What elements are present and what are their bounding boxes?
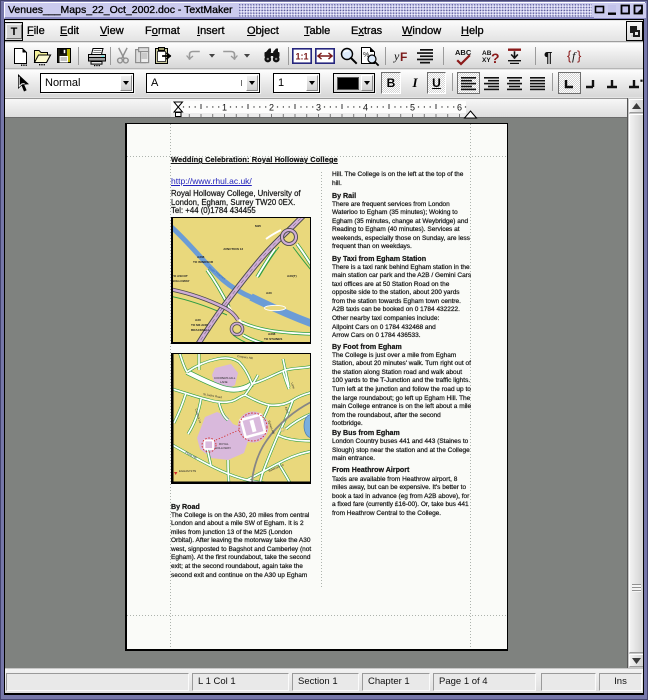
svg-text:LANE: LANE	[220, 380, 228, 384]
svg-text:A30(T): A30(T)	[287, 274, 297, 278]
svg-text:2: 2	[269, 103, 274, 113]
svg-text:A308: A308	[197, 255, 205, 259]
svg-text:A30: A30	[266, 291, 272, 295]
svg-text:}: }	[577, 48, 582, 63]
svg-text:TO M3 AND: TO M3 AND	[191, 323, 209, 327]
svg-text:5: 5	[410, 103, 415, 113]
svg-text:A308: A308	[268, 332, 276, 336]
svg-text:HOLLOWAY: HOLLOWAY	[172, 279, 191, 283]
svg-text:A30: A30	[195, 318, 201, 322]
svg-text:HOLLOWAY: HOLLOWAY	[215, 446, 231, 450]
svg-text:F: F	[400, 50, 407, 64]
svg-text:3: 3	[316, 103, 321, 113]
svg-text:6: 6	[457, 103, 462, 113]
svg-text:BRACKNELL: BRACKNELL	[191, 328, 210, 332]
svg-text:TO ASCOT: TO ASCOT	[172, 274, 188, 278]
svg-text:EGHAM STN: EGHAM STN	[179, 469, 196, 473]
svg-text:y: y	[393, 49, 400, 63]
svg-text:XY: XY	[482, 57, 491, 64]
svg-text:1: 1	[222, 103, 227, 113]
svg-text:¶: ¶	[544, 49, 552, 66]
svg-text:?: ?	[491, 50, 500, 66]
svg-text:TO WINDSOR: TO WINDSOR	[193, 260, 214, 264]
svg-text:1:1: 1:1	[295, 52, 308, 62]
svg-text:JUNCTION 13: JUNCTION 13	[223, 247, 243, 251]
svg-text:M25: M25	[255, 224, 261, 228]
svg-text:TO STAINES: TO STAINES	[264, 337, 282, 341]
svg-text:4: 4	[363, 103, 368, 113]
